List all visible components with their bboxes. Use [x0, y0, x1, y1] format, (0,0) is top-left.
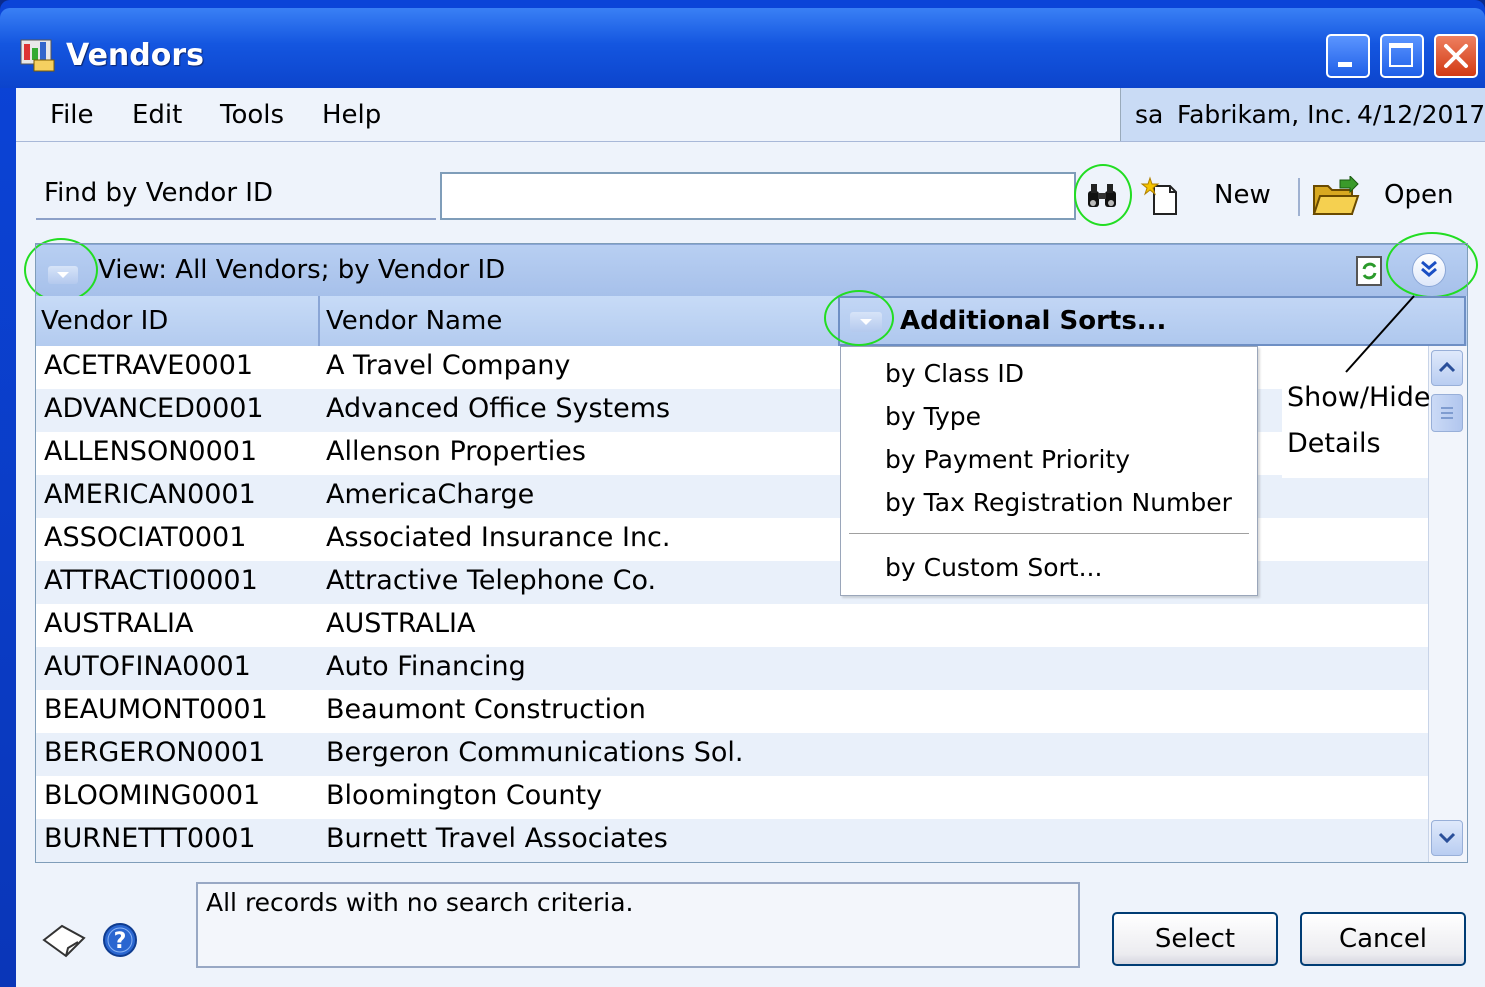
minimize-button[interactable]: [1326, 34, 1370, 78]
vendor-id-cell: AUSTRALIA: [44, 608, 194, 639]
table-row[interactable]: BURNETTT0001 Burnett Travel Associates: [36, 819, 1428, 862]
sort-option-type[interactable]: by Type: [885, 402, 981, 431]
user-info-bar: sa Fabrikam, Inc. 4/12/2017: [1120, 88, 1485, 142]
vendor-id-cell: BERGERON0001: [44, 737, 266, 768]
open-folder-icon[interactable]: [1312, 176, 1360, 218]
scroll-up-button[interactable]: [1431, 350, 1463, 386]
vendor-id-cell: ASSOCIAT0001: [44, 522, 247, 553]
column-divider[interactable]: [318, 296, 320, 346]
column-header-vendor-name[interactable]: Vendor Name: [326, 306, 502, 336]
select-button-label: Select: [1154, 924, 1236, 954]
status-box: All records with no search criteria.: [196, 882, 1080, 968]
open-button-label[interactable]: Open: [1384, 180, 1453, 210]
menu-separator: [849, 533, 1249, 534]
window-title: Vendors: [66, 38, 205, 73]
vendor-id-cell: AUTOFINA0001: [44, 651, 251, 682]
highlight-ring: [1386, 232, 1478, 298]
toolbar-divider: [1298, 178, 1300, 216]
vendor-name-cell: Burnett Travel Associates: [326, 823, 668, 854]
table-row[interactable]: BLOOMING0001 Bloomington County: [36, 776, 1428, 819]
sort-option-payment-priority[interactable]: by Payment Priority: [885, 445, 1130, 474]
show-hide-callout: Show/Hide Details: [1282, 378, 1431, 478]
title-bar[interactable]: Vendors: [0, 8, 1485, 88]
highlight-ring: [824, 290, 894, 346]
app-icon: [20, 39, 55, 72]
refresh-icon[interactable]: [1354, 255, 1386, 287]
sort-dropdown-menu: by Class ID by Type by Payment Priority …: [840, 346, 1258, 596]
session-date: 4/12/2017: [1357, 100, 1485, 129]
binoculars-icon[interactable]: [1086, 181, 1118, 211]
new-document-icon[interactable]: [1140, 176, 1180, 216]
sort-option-custom[interactable]: by Custom Sort...: [885, 553, 1102, 582]
vendor-name-cell: Auto Financing: [326, 651, 526, 682]
vendor-name-cell: Advanced Office Systems: [326, 393, 671, 424]
chevron-down-icon: [1438, 832, 1456, 844]
vendor-id-cell: BEAUMONT0001: [44, 694, 268, 725]
company-name: Fabrikam, Inc.: [1177, 100, 1353, 129]
new-button-label[interactable]: New: [1214, 180, 1271, 210]
vendor-name-cell: Beaumont Construction: [326, 694, 646, 725]
vendor-id-cell: ALLENSON0001: [44, 436, 258, 467]
menu-file[interactable]: File: [50, 100, 94, 130]
scroll-thumb[interactable]: [1431, 394, 1463, 432]
vendor-name-cell: Allenson Properties: [326, 436, 586, 467]
callout-line-2: Details: [1287, 428, 1381, 459]
vendor-name-cell: Bergeron Communications Sol.: [326, 737, 744, 768]
vendor-id-cell: ACETRAVE0001: [44, 350, 254, 381]
vendor-name-cell: AmericaCharge: [326, 479, 535, 510]
select-button[interactable]: Select: [1112, 912, 1278, 966]
vendor-id-cell: AMERICAN0001: [44, 479, 256, 510]
status-text: All records with no search criteria.: [206, 888, 634, 917]
vertical-scrollbar[interactable]: [1428, 346, 1467, 862]
sort-option-tax-registration[interactable]: by Tax Registration Number: [885, 488, 1232, 517]
callout-pointer: [1345, 295, 1415, 373]
cancel-button[interactable]: Cancel: [1300, 912, 1466, 966]
vendor-id-cell: ATTRACTI00001: [44, 565, 258, 596]
maximize-button[interactable]: [1380, 34, 1424, 78]
additional-sorts-label: Additional Sorts...: [900, 306, 1167, 336]
vendors-window: Vendors File Edit Tools Help sa Fabrikam…: [0, 0, 1485, 987]
vendor-name-cell: Attractive Telephone Co.: [326, 565, 657, 596]
find-vendor-input[interactable]: [440, 172, 1076, 220]
close-button[interactable]: [1434, 34, 1478, 78]
menu-edit[interactable]: Edit: [132, 100, 182, 130]
vendor-id-cell: ADVANCED0001: [44, 393, 264, 424]
menu-separator: [16, 141, 1485, 142]
vendor-id-cell: BURNETTT0001: [44, 823, 256, 854]
view-label[interactable]: View: All Vendors; by Vendor ID: [98, 255, 505, 285]
note-icon[interactable]: [40, 920, 88, 960]
scroll-down-button[interactable]: [1431, 820, 1463, 856]
table-row[interactable]: BERGERON0001 Bergeron Communications Sol…: [36, 733, 1428, 776]
vendor-name-cell: A Travel Company: [326, 350, 571, 381]
user-id: sa: [1135, 100, 1164, 129]
vendor-name-cell: Bloomington County: [326, 780, 603, 811]
column-header-vendor-id[interactable]: Vendor ID: [41, 306, 168, 336]
cancel-button-label: Cancel: [1338, 924, 1428, 954]
vendor-id-cell: BLOOMING0001: [44, 780, 261, 811]
view-bar: View: All Vendors; by Vendor ID: [36, 244, 1468, 298]
svg-text:?: ?: [114, 929, 127, 954]
menu-help[interactable]: Help: [322, 100, 381, 130]
vendor-name-cell: AUSTRALIA: [326, 608, 476, 639]
table-row[interactable]: BEAUMONT0001 Beaumont Construction: [36, 690, 1428, 733]
chevron-up-icon: [1438, 361, 1456, 373]
table-row[interactable]: AUTOFINA0001 Auto Financing: [36, 647, 1428, 690]
callout-line-1: Show/Hide: [1287, 382, 1431, 413]
sort-option-class-id[interactable]: by Class ID: [885, 359, 1024, 388]
find-label-underline: [36, 218, 436, 220]
vendor-name-cell: Associated Insurance Inc.: [326, 522, 671, 553]
find-label: Find by Vendor ID: [44, 178, 273, 208]
highlight-ring: [24, 238, 98, 302]
close-icon: [1444, 44, 1468, 68]
help-icon[interactable]: ?: [102, 922, 138, 958]
menu-tools[interactable]: Tools: [220, 100, 284, 130]
table-row[interactable]: AUSTRALIA AUSTRALIA: [36, 604, 1428, 647]
menu-bar: File Edit Tools Help: [16, 88, 1120, 140]
